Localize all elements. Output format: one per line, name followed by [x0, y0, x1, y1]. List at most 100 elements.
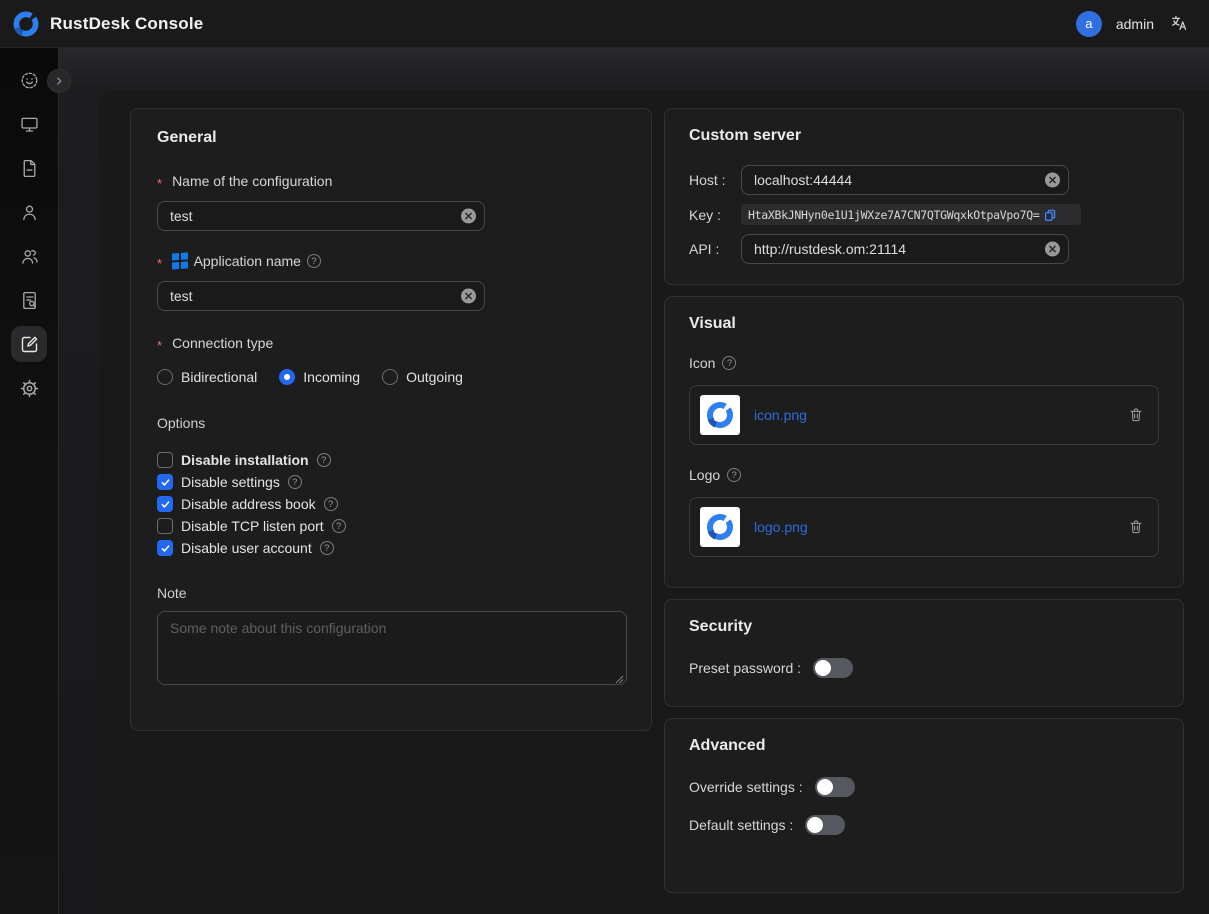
checkbox-disable-installation[interactable]: Disable installation: [157, 449, 625, 471]
key-value: HtaXBkJNHyn0e1U1jWXze7A7CN7QTGWqxkOtpaVp…: [748, 208, 1039, 222]
sidebar-item-groups[interactable]: [11, 238, 47, 274]
avatar[interactable]: a: [1076, 11, 1102, 37]
visual-title: Visual: [689, 315, 1159, 333]
preset-password-label: Preset password :: [689, 660, 801, 676]
config-name-input[interactable]: [157, 201, 485, 231]
checkbox-disable-tcp-listen-port[interactable]: Disable TCP listen port: [157, 515, 625, 537]
app-title: RustDesk Console: [50, 14, 203, 34]
app-name-label: Application name: [157, 253, 625, 269]
icon-label: Icon: [689, 355, 1159, 371]
windows-icon: [172, 253, 188, 270]
custom-server-card: Custom server Host : Key : H: [664, 108, 1184, 285]
advanced-title: Advanced: [689, 737, 1159, 755]
monitor-icon: [19, 114, 40, 135]
users-icon: [19, 246, 40, 267]
checkbox-box: [157, 452, 173, 468]
sidebar-item-custom-clients[interactable]: [11, 326, 47, 362]
clear-api-icon[interactable]: [1045, 242, 1060, 257]
document-icon: [19, 158, 40, 179]
translate-icon[interactable]: [1168, 12, 1191, 35]
api-input[interactable]: [741, 234, 1069, 264]
general-card: General Name of the configuration Applic…: [130, 108, 652, 731]
user-icon: [19, 202, 40, 223]
sidebar-expand-button[interactable]: [47, 69, 71, 93]
sidebar-item-users[interactable]: [11, 194, 47, 230]
checkbox-disable-address-book[interactable]: Disable address book: [157, 493, 625, 515]
connection-type-group: Bidirectional Incoming Outgoing: [157, 369, 625, 385]
sidebar-item-dashboard[interactable]: [11, 62, 47, 98]
help-icon[interactable]: [722, 356, 736, 370]
radio-circle: [157, 369, 173, 385]
checkbox-box: [157, 540, 173, 556]
gear-icon: [19, 378, 40, 399]
radio-outgoing[interactable]: Outgoing: [382, 369, 463, 385]
sidebar-item-devices[interactable]: [11, 106, 47, 142]
app-header: RustDesk Console a admin: [0, 0, 1209, 48]
logo-thumbnail: [700, 507, 740, 547]
override-settings-toggle[interactable]: [815, 777, 855, 797]
sidebar-item-documents[interactable]: [11, 150, 47, 186]
sidebar-item-settings[interactable]: [11, 370, 47, 406]
checkbox-box: [157, 518, 173, 534]
host-input[interactable]: [741, 165, 1069, 195]
connection-type-label: Connection type: [157, 335, 625, 351]
smiley-icon: [19, 70, 40, 91]
copy-icon[interactable]: [1043, 208, 1057, 222]
edit-icon: [19, 334, 40, 355]
help-icon[interactable]: [320, 541, 334, 555]
config-name-label: Name of the configuration: [157, 173, 625, 189]
host-label: Host :: [689, 172, 741, 188]
logo-label: Logo: [689, 467, 1159, 483]
checkbox-box: [157, 474, 173, 490]
custom-server-title: Custom server: [689, 127, 1159, 145]
username[interactable]: admin: [1116, 16, 1154, 32]
clear-config-name-icon[interactable]: [461, 209, 476, 224]
help-icon[interactable]: [324, 497, 338, 511]
audit-icon: [19, 290, 40, 311]
radio-circle: [279, 369, 295, 385]
key-value-chip: HtaXBkJNHyn0e1U1jWXze7A7CN7QTGWqxkOtpaVp…: [741, 204, 1081, 225]
api-label: API :: [689, 241, 741, 257]
radio-circle: [382, 369, 398, 385]
sidebar: [0, 48, 59, 914]
delete-icon-trash-icon[interactable]: [1128, 407, 1144, 423]
content-panel: General Name of the configuration Applic…: [99, 90, 1209, 914]
help-icon[interactable]: [317, 453, 331, 467]
advanced-card: Advanced Override settings : Default set…: [664, 718, 1184, 893]
checkbox-disable-user-account[interactable]: Disable user account: [157, 537, 625, 559]
default-settings-toggle[interactable]: [805, 815, 845, 835]
main-content: General Name of the configuration Applic…: [59, 48, 1209, 914]
note-label: Note: [157, 585, 625, 601]
radio-bidirectional[interactable]: Bidirectional: [157, 369, 257, 385]
icon-file-row: icon.png: [689, 385, 1159, 445]
logo-file-row: logo.png: [689, 497, 1159, 557]
override-settings-label: Override settings :: [689, 779, 803, 795]
sidebar-item-audit[interactable]: [11, 282, 47, 318]
checkbox-box: [157, 496, 173, 512]
clear-host-icon[interactable]: [1045, 173, 1060, 188]
security-card: Security Preset password :: [664, 599, 1184, 707]
icon-file-link[interactable]: icon.png: [754, 407, 807, 423]
brand: RustDesk Console: [12, 10, 203, 38]
app-name-input[interactable]: [157, 281, 485, 311]
delete-logo-trash-icon[interactable]: [1128, 519, 1144, 535]
icon-thumbnail: [700, 395, 740, 435]
clear-app-name-icon[interactable]: [461, 289, 476, 304]
rustdesk-logo-icon: [12, 10, 40, 38]
key-label: Key :: [689, 207, 741, 223]
preset-password-toggle[interactable]: [813, 658, 853, 678]
radio-incoming[interactable]: Incoming: [279, 369, 360, 385]
default-settings-label: Default settings :: [689, 817, 793, 833]
help-icon[interactable]: [332, 519, 346, 533]
help-icon[interactable]: [288, 475, 302, 489]
options-label: Options: [157, 415, 625, 431]
note-textarea[interactable]: [157, 611, 627, 685]
visual-card: Visual Icon icon.png: [664, 296, 1184, 588]
chevron-right-icon: [52, 74, 66, 88]
logo-file-link[interactable]: logo.png: [754, 519, 808, 535]
help-icon[interactable]: [727, 468, 741, 482]
security-title: Security: [689, 618, 1159, 636]
help-icon[interactable]: [307, 254, 321, 268]
general-title: General: [157, 129, 625, 147]
checkbox-disable-settings[interactable]: Disable settings: [157, 471, 625, 493]
